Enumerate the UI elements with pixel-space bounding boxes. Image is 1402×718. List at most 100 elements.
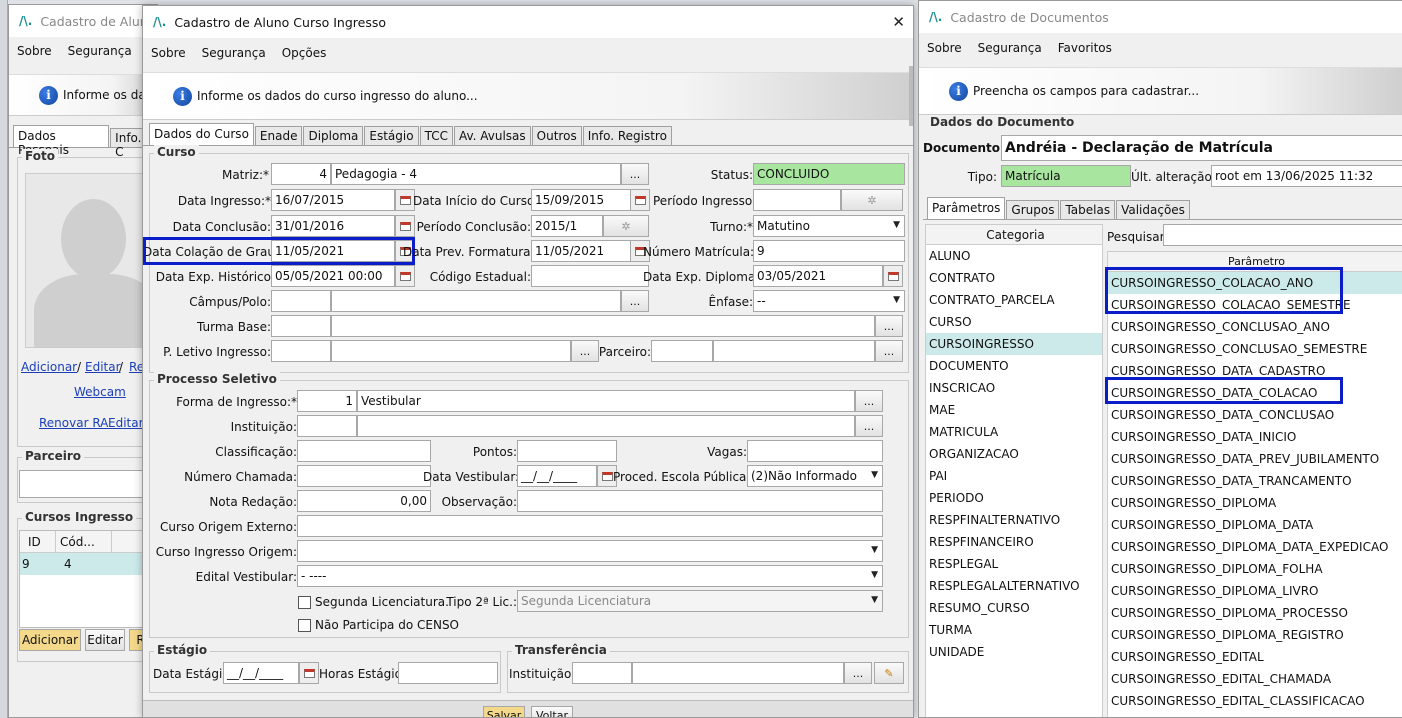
close-icon[interactable]: ✕ [892,13,905,31]
menu-sobre[interactable]: Sobre [151,46,186,60]
table-row[interactable]: 9 4 [20,553,154,575]
parametro-item[interactable]: CURSOINGRESSO_DATA_PREV_JUBILAMENTO [1108,448,1402,470]
tipo-field[interactable]: Matrícula [1001,165,1131,187]
adicionar-photo-link[interactable]: Adicionar [21,360,77,374]
categoria-item[interactable]: ALUNO [926,245,1102,267]
tab-estagio[interactable]: Estágio [364,126,419,145]
categoria-item[interactable]: RESPLEGAL [926,553,1102,575]
categoria-item[interactable]: RESUMO_CURSO [926,597,1102,619]
instituicao-lookup-button[interactable]: ... [855,415,883,437]
categoria-item[interactable]: INSCRICAO [926,377,1102,399]
data-prev-formatura-field[interactable]: 11/05/2021 [531,240,631,262]
gear-icon[interactable]: ✲ [603,215,649,237]
menu-sobre[interactable]: Sobre [927,41,962,55]
numero-chamada-field[interactable] [297,465,431,487]
data-ingresso-field[interactable]: 16/07/2015 [271,189,395,211]
parametro-item[interactable]: CURSOINGRESSO_DIPLOMA_DATA_EXPEDICAO [1108,536,1402,558]
menu-sobre[interactable]: Sobre [17,44,52,58]
codigo-estadual-field[interactable] [531,265,649,287]
instituicao-nome-field[interactable] [357,415,855,437]
vagas-field[interactable] [747,440,883,462]
parametro-item[interactable]: CURSOINGRESSO_CONCLUSAO_SEMESTRE [1108,338,1402,360]
parametro-item[interactable]: CURSOINGRESSO_DIPLOMA_DATA [1108,514,1402,536]
categoria-item[interactable]: DOCUMENTO [926,355,1102,377]
data-vestibular-field[interactable]: __/__/____ [517,465,597,487]
tab-grupos[interactable]: Grupos [1006,200,1060,219]
categoria-item[interactable]: MAE [926,399,1102,421]
turma-base-lookup-button[interactable]: ... [875,315,903,337]
parametro-item[interactable]: CURSOINGRESSO_DIPLOMA_LIVRO [1108,580,1402,602]
campus-id-field[interactable] [271,290,331,312]
calendar-icon[interactable] [395,215,415,237]
observacao-field[interactable] [517,490,883,512]
parametro-item[interactable]: CURSOINGRESSO_DIPLOMA_REGISTRO [1108,624,1402,646]
matriz-id-field[interactable]: 4 [271,163,331,185]
instituicao-id-field[interactable] [297,415,357,437]
tab-tcc[interactable]: TCC [419,126,453,145]
parametro-item[interactable]: CURSOINGRESSO_EDITAL_CLASSIFICACAO [1108,690,1402,712]
enfase-select[interactable]: -- [753,290,905,312]
col-id[interactable]: ID [20,531,56,552]
nao-participa-censo-checkbox[interactable] [298,619,311,632]
tab-enade[interactable]: Enade [254,126,303,145]
matriz-nome-field[interactable]: Pedagogia - 4 [331,163,621,185]
tab-av-avulsas[interactable]: Av. Avulsas [453,126,531,145]
tab-parametros[interactable]: Parâmetros [927,197,1006,219]
calendar-icon[interactable] [395,265,415,287]
parametro-item[interactable]: CURSOINGRESSO_DIPLOMA_PROCESSO [1108,602,1402,624]
categoria-item[interactable]: CURSO [926,311,1102,333]
parametro-item[interactable]: CURSOINGRESSO_DATA_INICIO [1108,426,1402,448]
parametro-item[interactable]: CURSOINGRESSO_CONCLUSAO_ANO [1108,316,1402,338]
campus-nome-field[interactable] [331,290,621,312]
parametro-item[interactable]: CURSOINGRESSO_EDITAL_CHAMADA [1108,668,1402,690]
menu-seguranca[interactable]: Segurança [978,41,1042,55]
data-conclusao-field[interactable]: 31/01/2016 [271,215,395,237]
categoria-header[interactable]: Categoria [926,225,1102,245]
p-letivo-id-field[interactable] [271,340,331,362]
data-inicio-field[interactable]: 15/09/2015 [531,189,631,211]
categoria-item[interactable]: CONTRATO_PARCELA [926,289,1102,311]
tipo-2-lic-select[interactable]: Segunda Licenciatura [517,590,883,612]
parceiro-nome-field[interactable] [713,340,875,362]
scrollbar[interactable] [909,66,913,126]
categoria-item[interactable]: PERIODO [926,487,1102,509]
data-exp-diploma-field[interactable]: 03/05/2021 [753,265,883,287]
categoria-item[interactable]: TURMA [926,619,1102,641]
transferencia-lookup-button[interactable]: ... [844,662,872,684]
edital-vestibular-select[interactable]: - ---- [297,565,883,587]
horas-estagio-field[interactable] [398,662,498,684]
periodo-conclusao-field[interactable]: 2015/1 [531,215,603,237]
tab-dados-pessoais[interactable]: Dados Pessoais [13,125,110,157]
forma-id-field[interactable]: 1 [297,390,357,412]
tab-outros[interactable]: Outros [531,126,582,145]
data-estagio-field[interactable]: __/__/____ [223,662,299,684]
categoria-item[interactable]: RESPLEGALALTERNATIVO [926,575,1102,597]
tab-info-registro[interactable]: Info. Registro [582,126,672,145]
curso-ingresso-origem-select[interactable] [297,540,883,562]
calendar-icon[interactable] [395,189,415,211]
parametro-item[interactable]: CURSOINGRESSO_EDITAL [1108,646,1402,668]
categoria-item[interactable]: RESPFINANCEIRO [926,531,1102,553]
pencil-icon[interactable]: ✎ [874,662,904,684]
tab-validacoes[interactable]: Validações [1116,200,1190,219]
calendar-icon[interactable] [299,662,319,684]
salvar-button[interactable]: Salvar [483,706,525,717]
forma-lookup-button[interactable]: ... [855,390,883,412]
webcam-link[interactable]: Webcam [74,385,126,399]
parametro-item[interactable]: CURSOINGRESSO_DATA_CONCLUSAO [1108,404,1402,426]
categoria-item[interactable]: ORGANIZACAO [926,443,1102,465]
menu-seguranca[interactable]: Segurança [202,46,266,60]
categoria-item[interactable]: CURSOINGRESSO [926,333,1102,355]
categoria-item[interactable]: MATRICULA [926,421,1102,443]
campus-lookup-button[interactable]: ... [621,290,649,312]
documento-field[interactable]: Andréia - Declaração de Matrícula [1001,135,1402,161]
col-cod[interactable]: Cód... [56,531,112,552]
forma-nome-field[interactable]: Vestibular [357,390,855,412]
transferencia-inst-nome-field[interactable] [632,662,844,684]
categoria-item[interactable]: PAI [926,465,1102,487]
curso-origem-externo-field[interactable] [297,515,883,537]
nota-redacao-field[interactable]: 0,00 [297,490,431,512]
editar-photo-link[interactable]: Editar [85,360,121,374]
turma-base-id-field[interactable] [271,315,331,337]
numero-matricula-field[interactable]: 9 [753,240,905,262]
